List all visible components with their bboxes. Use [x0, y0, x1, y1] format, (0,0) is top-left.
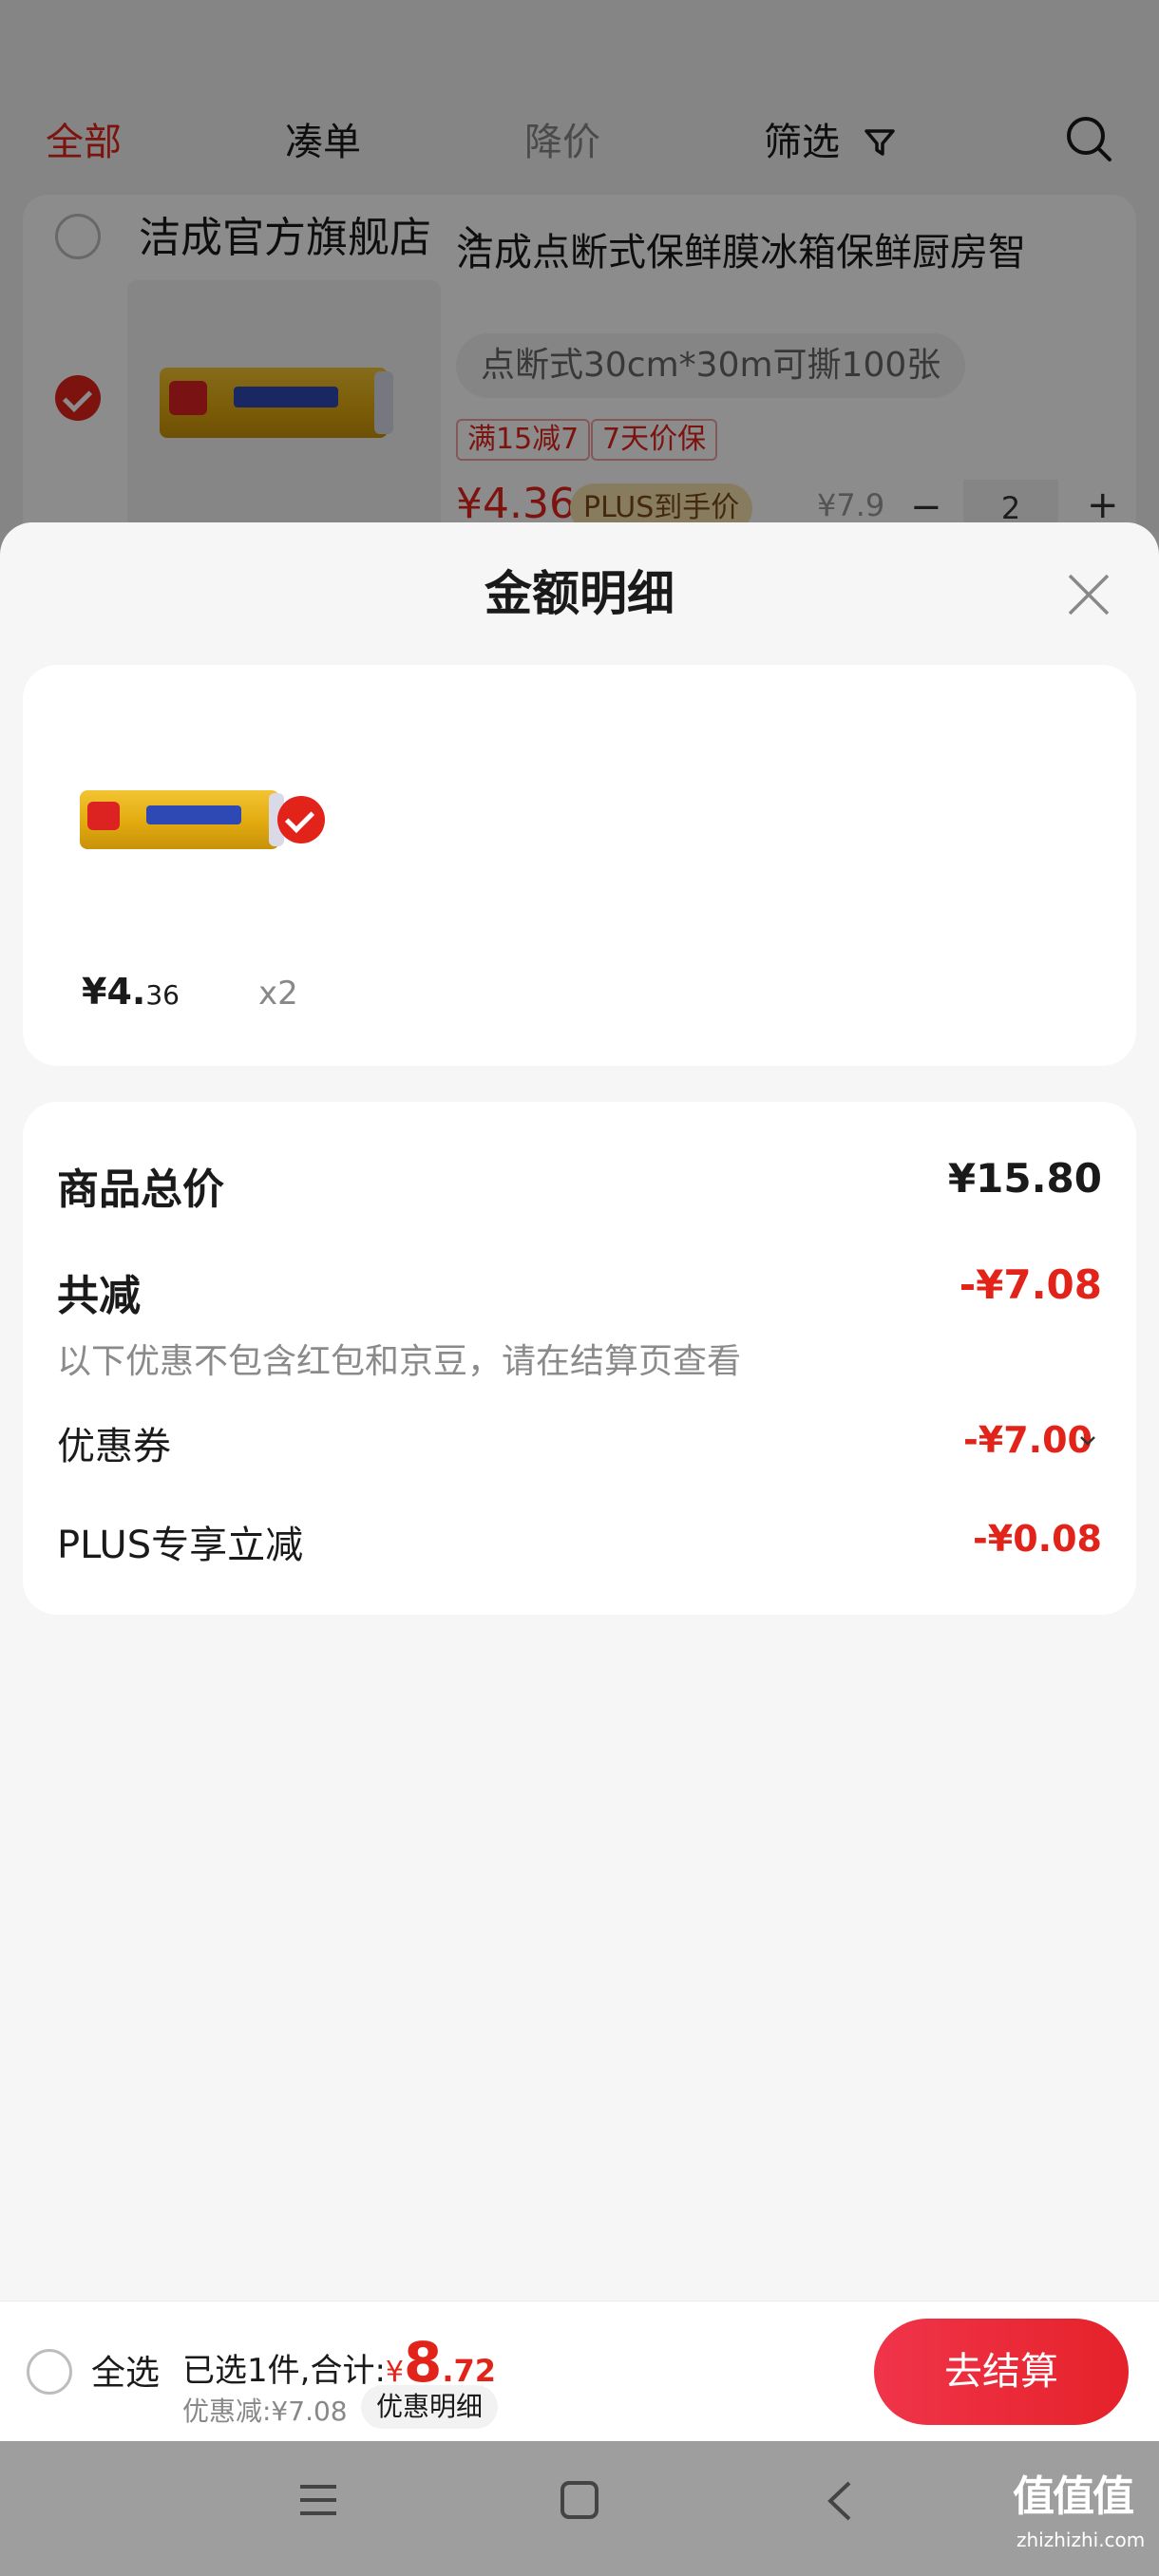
coupon-value[interactable]: -¥7.00: [963, 1419, 1092, 1461]
product-thumbnail[interactable]: [70, 733, 325, 914]
total-yen: ¥: [385, 2356, 404, 2389]
total-label: 商品总价: [57, 1165, 224, 1214]
plus-reduce-value: -¥0.08: [973, 1518, 1102, 1560]
price-detail-card: 商品总价 ¥15.80 共减 -¥7.08 以下优惠不包含红包和京豆，请在结算页…: [23, 1102, 1136, 1615]
watermark-url: zhizhizhi.com: [1016, 2529, 1146, 2551]
menu-icon[interactable]: [296, 2479, 340, 2521]
total-dec: .72: [442, 2353, 497, 2389]
coupon-label: 优惠券: [57, 1425, 171, 1468]
wrap-roll-image: [80, 790, 284, 849]
reduce-value: -¥7.08: [959, 1261, 1102, 1308]
saved-amount: 优惠减:¥7.08: [182, 2396, 348, 2427]
back-icon[interactable]: [823, 2477, 857, 2525]
system-nav-bar: 值值值 zhizhizhi.com: [0, 2441, 1159, 2576]
amount-detail-sheet: 金额明细 ¥4.36 x2 商品总价 ¥15.80 共减 -¥7.08 以下优惠…: [0, 522, 1159, 2301]
discount-detail-button[interactable]: 优惠明细: [361, 2385, 499, 2429]
watermark-logo: 值值值: [1013, 2472, 1134, 2521]
checkout-button[interactable]: 去结算: [874, 2319, 1129, 2425]
checkout-bar: 全选 已选1件,合计:¥8.72 优惠减:¥7.08 优惠明细 去结算: [0, 2301, 1159, 2441]
plus-reduce-label: PLUS专享立减: [57, 1524, 304, 1567]
thumbnail-check-icon: [277, 796, 325, 843]
chevron-down-icon[interactable]: [1079, 1434, 1096, 1448]
thumbnail-qty: x2: [258, 975, 298, 1013]
select-all-radio[interactable]: [27, 2349, 72, 2395]
reduce-label: 共减: [57, 1272, 141, 1320]
thumbnail-price: ¥4.36: [82, 971, 180, 1013]
product-summary-card: ¥4.36 x2: [23, 665, 1136, 1066]
total-value: ¥15.80: [947, 1155, 1102, 1202]
close-icon[interactable]: [1062, 568, 1115, 621]
sheet-title: 金额明细: [484, 566, 674, 621]
reduce-note: 以下优惠不包含红包和京豆，请在结算页查看: [57, 1342, 742, 1381]
summary-label: 已选1件,合计:: [182, 2352, 386, 2390]
home-icon[interactable]: [559, 2479, 600, 2521]
select-all-label[interactable]: 全选: [91, 2349, 160, 2398]
